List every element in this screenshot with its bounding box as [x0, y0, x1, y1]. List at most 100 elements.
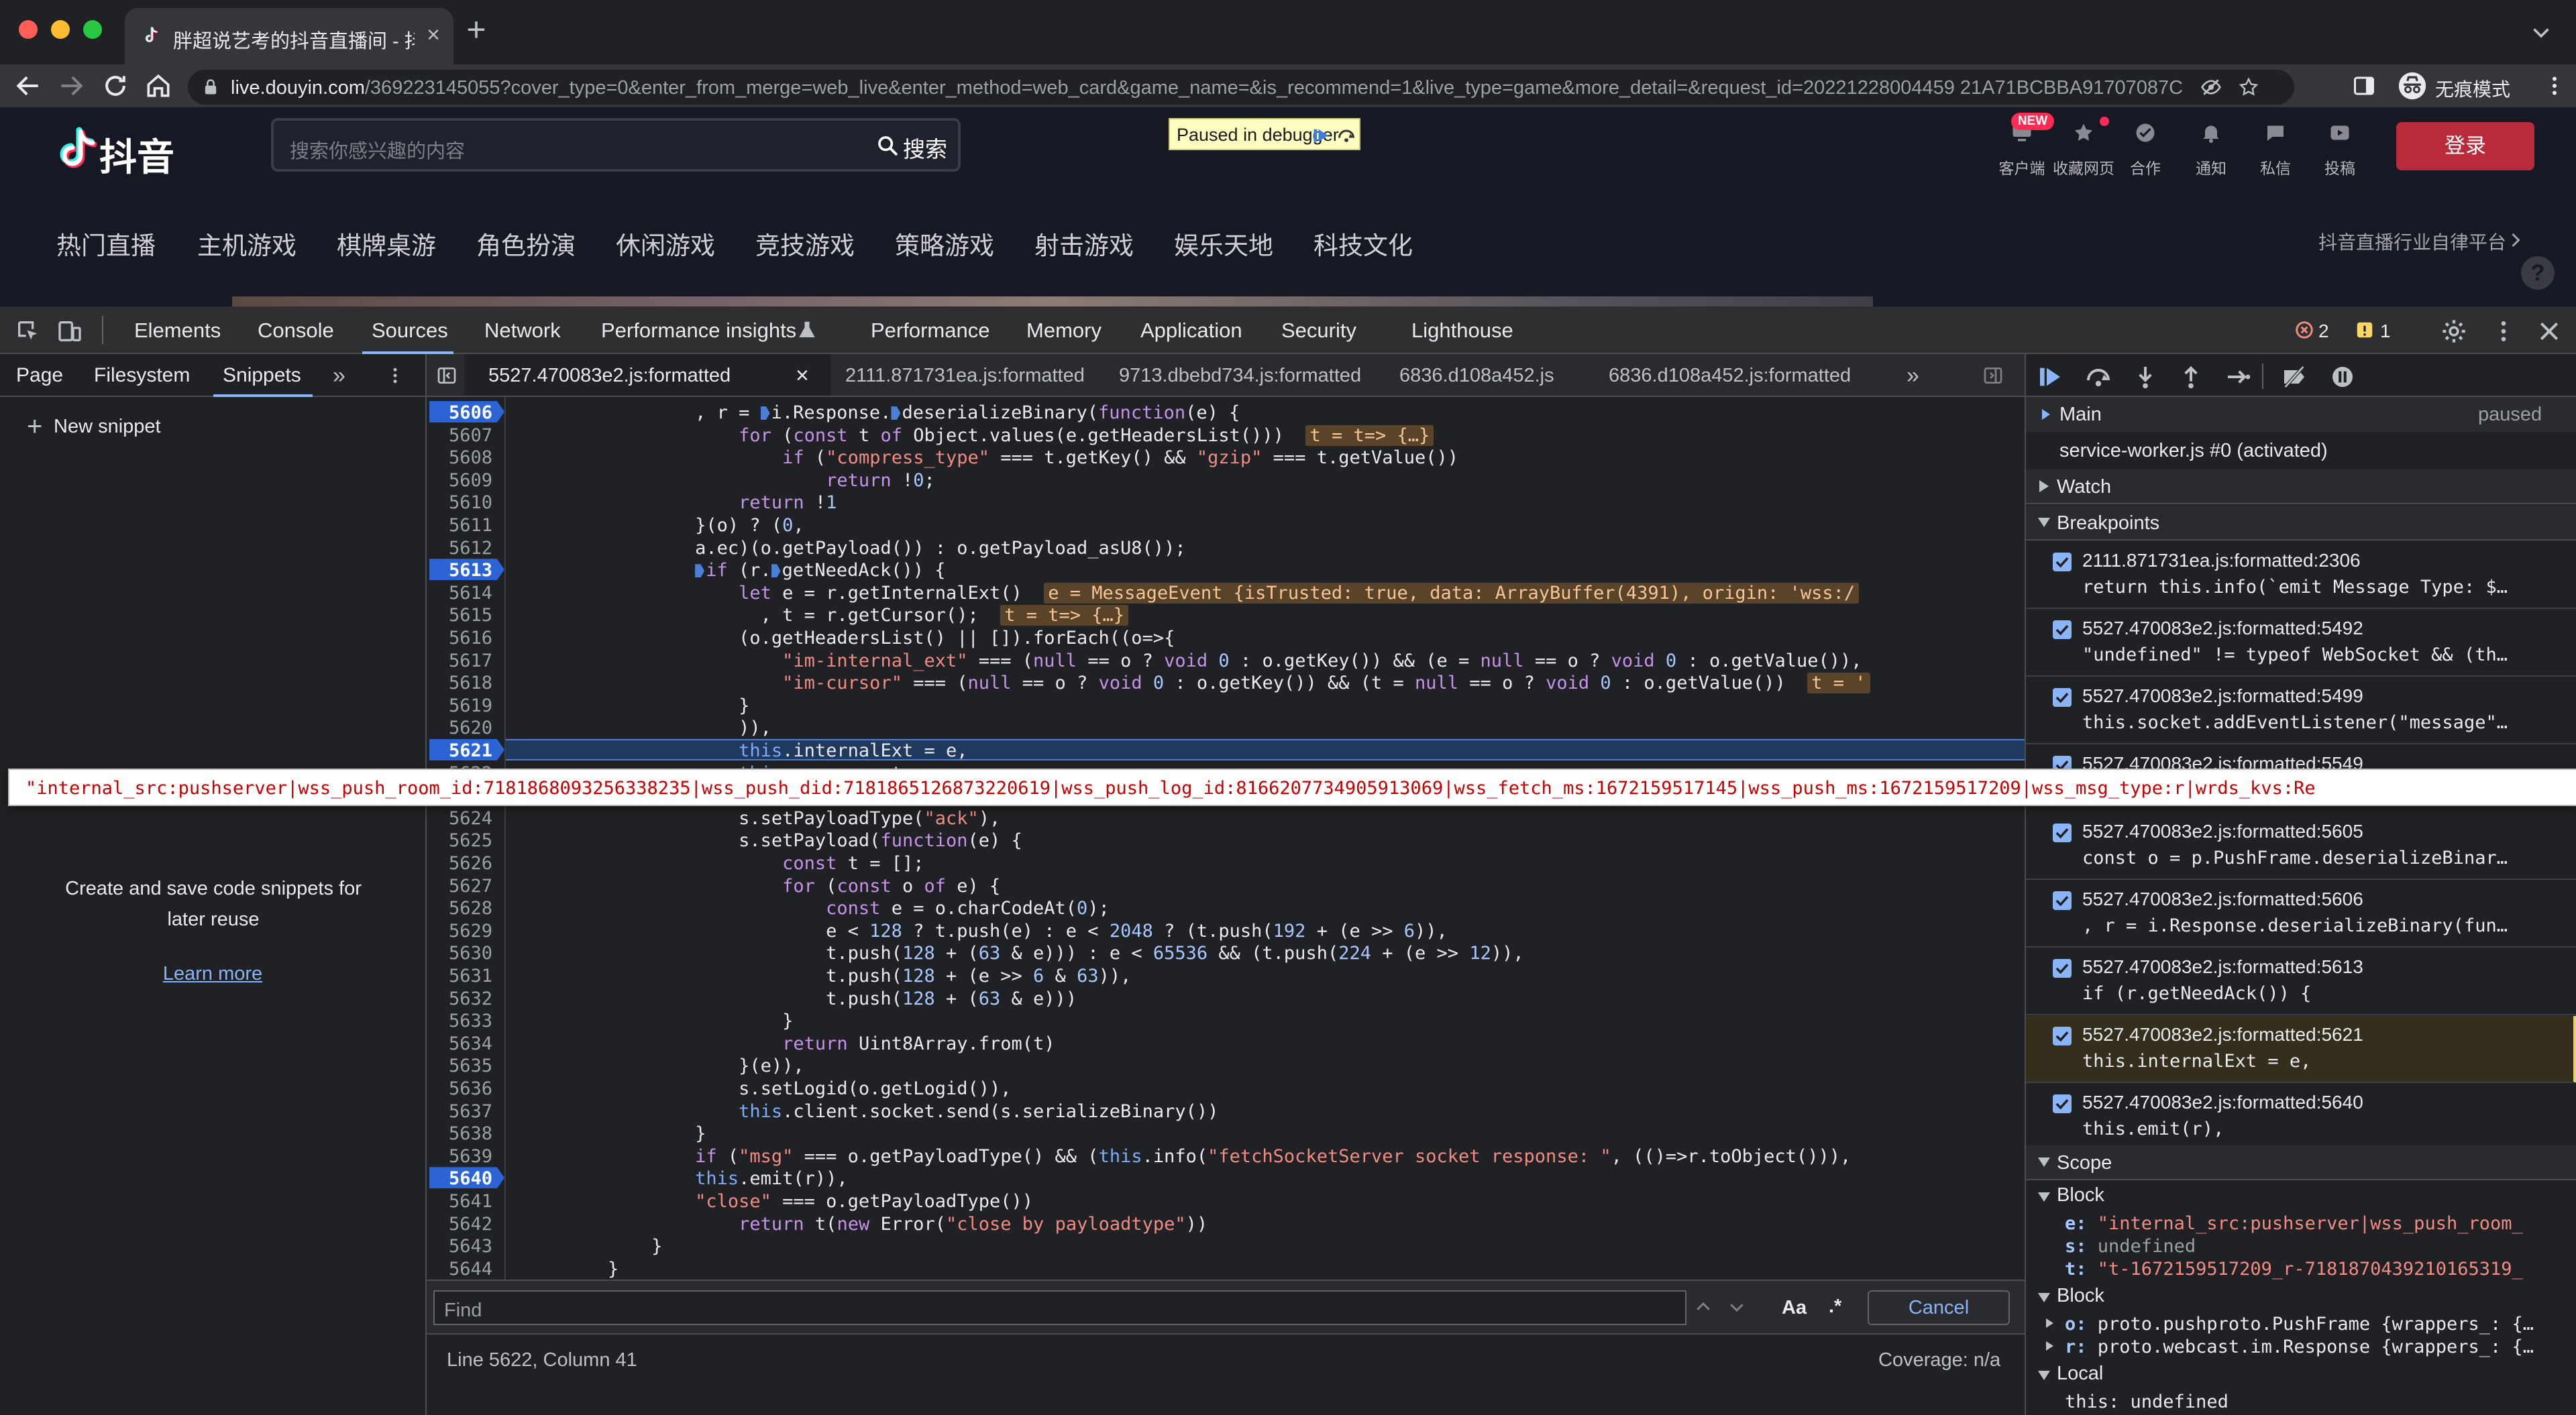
douyin-search-button[interactable]: 搜索: [876, 130, 957, 162]
notification-link[interactable]: 通知: [2179, 121, 2243, 181]
code-line[interactable]: this.client.socket.send(s.serializeBinar…: [521, 1101, 1218, 1122]
code-line[interactable]: "im-internal_ext" === (null == o ? void …: [521, 650, 1862, 671]
breakpoint-checkbox[interactable]: [2053, 824, 2072, 842]
category-strategy-games[interactable]: 策略游戏: [895, 225, 994, 262]
tab-security[interactable]: Security: [1281, 306, 1356, 354]
file-tab-5527-formatted[interactable]: 5527.470083e2.js:formatted: [488, 354, 731, 397]
breakpoint-item[interactable]: 5527.470083e2.js:formatted:5605 const o =…: [2026, 813, 2576, 880]
breakpoint-item[interactable]: 5527.470083e2.js:formatted:5499 this.sock…: [2026, 677, 2576, 744]
line-number[interactable]: 5618: [427, 673, 492, 693]
code-line[interactable]: }(o) ? (0,: [521, 515, 804, 536]
private-message-link[interactable]: 私信: [2243, 121, 2308, 181]
code-line[interactable]: )),: [521, 718, 771, 738]
device-toolbar-icon[interactable]: [56, 318, 83, 345]
window-maximize-button[interactable]: [83, 20, 102, 39]
douyin-search-box[interactable]: 搜索你感兴趣的内容 搜索: [271, 118, 961, 172]
pause-on-exceptions-icon[interactable]: [2328, 363, 2357, 390]
category-shooter-games[interactable]: 射击游戏: [1034, 225, 1134, 262]
step-over-icon[interactable]: [1336, 126, 1356, 145]
deactivate-breakpoints-icon[interactable]: [2279, 363, 2309, 390]
address-bar[interactable]: live.douyin.com/369223145055?cover_type=…: [188, 70, 2294, 105]
tab-sources[interactable]: Sources: [372, 306, 448, 354]
line-number[interactable]: 5629: [427, 921, 492, 942]
breakpoint-checkbox[interactable]: [2053, 688, 2072, 707]
login-button[interactable]: 登录: [2396, 122, 2534, 170]
lock-icon[interactable]: [201, 78, 220, 97]
breakpoint-checkbox[interactable]: [2053, 891, 2072, 910]
line-number[interactable]: 5637: [427, 1101, 492, 1122]
regex-toggle[interactable]: .*: [1829, 1296, 1841, 1318]
find-previous-chevron-up-icon[interactable]: [1693, 1297, 1713, 1317]
coverage-status[interactable]: Coverage: n/a: [1878, 1349, 2000, 1371]
line-number[interactable]: 5643: [427, 1236, 492, 1257]
code-line[interactable]: return !0;: [521, 470, 935, 491]
forward-arrow-icon[interactable]: [56, 71, 86, 101]
breakpoint-item[interactable]: 2111.871731ea.js:formatted:2306 return th…: [2026, 542, 2576, 609]
tab-network[interactable]: Network: [484, 306, 561, 354]
scope-local-first[interactable]: this: undefined: [2026, 1390, 2576, 1415]
resume-icon[interactable]: [1311, 126, 1331, 145]
code-line[interactable]: if ("compress_type" === t.getKey() && "g…: [521, 447, 1458, 468]
breakpoint-item[interactable]: 5527.470083e2.js:formatted:5492 "undefine…: [2026, 610, 2576, 677]
thread-main[interactable]: Main paused: [2026, 397, 2576, 432]
code-line[interactable]: s.setPayload(function(e) {: [521, 830, 1022, 851]
browser-tab-active[interactable]: 胖超说艺考的抖音直播间 - 抖音直播 ×: [125, 8, 453, 64]
scope-block-header[interactable]: Block: [2026, 1183, 2576, 1210]
devtools-close-icon[interactable]: [2536, 318, 2563, 345]
learn-more-link[interactable]: Learn more: [0, 963, 425, 985]
code-line[interactable]: "im-cursor" === (null == o ? void 0 : o.…: [521, 673, 1870, 694]
new-snippet-button[interactable]: + New snippet: [27, 408, 228, 445]
line-number[interactable]: 5628: [427, 898, 492, 919]
line-number[interactable]: 5642: [427, 1214, 492, 1235]
code-line[interactable]: let e = r.getInternalExt() e = MessageEv…: [521, 582, 1860, 604]
breakpoint-checkbox[interactable]: [2053, 620, 2072, 639]
line-number[interactable]: 5611: [427, 515, 492, 536]
breakpoint-item[interactable]: 5527.470083e2.js:formatted:5640 this.emit…: [2026, 1084, 2576, 1151]
browser-menu-kebab-icon[interactable]: [2542, 72, 2567, 99]
find-cancel-button[interactable]: Cancel: [1868, 1290, 2010, 1325]
code-line[interactable]: , t = r.getCursor(); t = t=> {…}: [521, 605, 1129, 626]
code-line[interactable]: }: [521, 695, 749, 716]
category-tech-culture[interactable]: 科技文化: [1313, 225, 1413, 262]
resume-script-icon[interactable]: [2035, 363, 2065, 390]
line-number[interactable]: 5635: [427, 1056, 492, 1076]
line-number[interactable]: 5615: [427, 605, 492, 626]
window-minimize-button[interactable]: [51, 20, 70, 39]
watch-section-header[interactable]: Watch: [2026, 469, 2576, 504]
code-line[interactable]: }: [521, 1236, 662, 1257]
code-line[interactable]: return Uint8Array.from(t): [521, 1033, 1055, 1054]
line-number[interactable]: 5610: [427, 492, 492, 513]
tab-console[interactable]: Console: [258, 306, 334, 354]
line-number[interactable]: 5617: [427, 650, 492, 671]
breakpoint-checkbox[interactable]: [2053, 959, 2072, 978]
code-line[interactable]: a.ec)(o.getPayload()) : o.getPayload_asU…: [521, 538, 1186, 559]
tab-memory[interactable]: Memory: [1026, 306, 1102, 354]
file-tab-9713-formatted[interactable]: 9713.dbebd734.js:formatted: [1119, 354, 1361, 397]
code-line[interactable]: this.internalExt = e,: [521, 740, 967, 761]
breakpoint-checkbox[interactable]: [2053, 1094, 2072, 1113]
category-board-games[interactable]: 棋牌桌游: [337, 225, 436, 262]
breakpoint-item[interactable]: 5527.470083e2.js:formatted:5621 this.inte…: [2026, 1016, 2576, 1083]
category-competitive-games[interactable]: 竞技游戏: [755, 225, 855, 262]
settings-gear-icon[interactable]: [2440, 318, 2467, 345]
thread-service-worker[interactable]: service-worker.js #0 (activated): [2026, 433, 2576, 468]
reload-icon[interactable]: [101, 71, 130, 101]
breakpoints-section-header[interactable]: Breakpoints: [2026, 506, 2576, 541]
file-tabs-more-chevron-icon[interactable]: »: [1907, 354, 1919, 397]
file-tab-close-icon[interactable]: ×: [796, 354, 809, 397]
breakpoint-checkbox[interactable]: [2053, 1027, 2072, 1045]
category-hot-live[interactable]: 热门直播: [56, 225, 156, 262]
category-entertainment[interactable]: 娱乐天地: [1174, 225, 1273, 262]
line-number[interactable]: 5612: [427, 538, 492, 559]
line-number[interactable]: 5631: [427, 966, 492, 986]
line-number[interactable]: 5621: [427, 740, 492, 761]
code-line[interactable]: this.emit(r)),: [521, 1168, 848, 1189]
code-line[interactable]: s.setPayloadType("ack"),: [521, 808, 1000, 829]
line-number[interactable]: 5624: [427, 808, 492, 829]
code-line[interactable]: }: [521, 1011, 793, 1031]
side-panel-icon[interactable]: [2352, 74, 2376, 98]
find-next-chevron-down-icon[interactable]: [1727, 1297, 1747, 1317]
code-line[interactable]: for (const t of Object.values(e.getHeade…: [521, 424, 1434, 446]
tab-close-icon[interactable]: ×: [421, 23, 445, 47]
line-number[interactable]: 5636: [427, 1078, 492, 1099]
